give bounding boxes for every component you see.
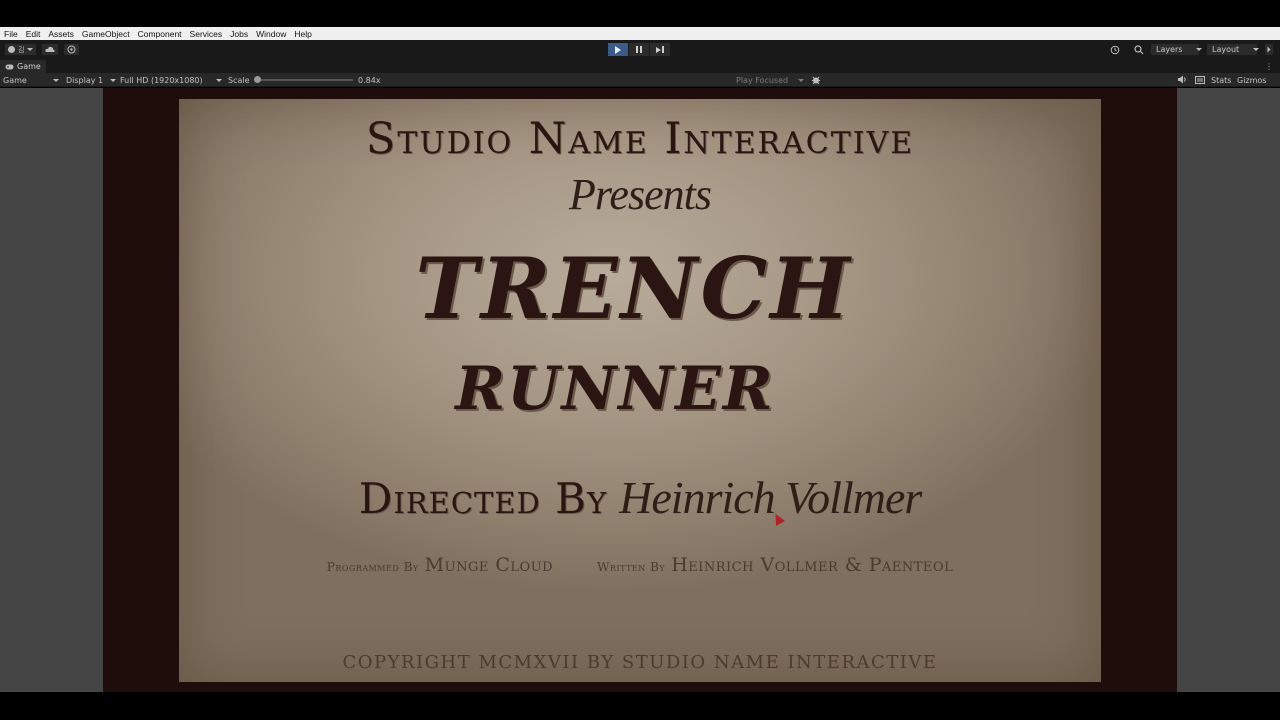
scale-value: 0.84x xyxy=(358,75,381,85)
game-title-line1: TRENCH xyxy=(415,239,853,338)
pause-icon-bar xyxy=(640,46,642,53)
play-focused-label: Play Focused xyxy=(736,75,789,85)
copyright-text: COPYRIGHT MCMXVII BY STUDIO NAME INTERAC… xyxy=(342,652,938,673)
history-icon[interactable] xyxy=(1110,45,1120,55)
speaker-icon[interactable] xyxy=(1177,75,1187,84)
tab-bar: Game ⋮ xyxy=(0,60,1280,73)
credits-line: Programmed By Munge Cloud Written By Hei… xyxy=(179,554,1101,576)
menu-bar: File Edit Assets GameObject Component Se… xyxy=(0,27,1280,40)
scale-slider-handle[interactable] xyxy=(254,76,261,83)
stats-button[interactable]: Stats xyxy=(1211,74,1231,86)
title-card: Studio Name Interactive Presents TRENCH … xyxy=(179,99,1101,682)
programmed-by-credit: Programmed By Munge Cloud xyxy=(327,554,553,576)
written-by-label: Written By xyxy=(597,560,666,574)
target-icon xyxy=(67,45,76,54)
chevron-down-icon xyxy=(110,78,116,82)
main-toolbar: 김 Layers Layout xyxy=(0,40,1280,60)
gizmos-button[interactable]: Gizmos xyxy=(1237,74,1266,86)
chevron-down-icon xyxy=(53,78,59,82)
layout-label: Layout xyxy=(1212,45,1240,54)
game-title-line2: RUNNER xyxy=(455,354,775,424)
directed-by-label: Directed By xyxy=(358,474,608,523)
scale-label: Scale xyxy=(228,75,250,85)
search-icon[interactable] xyxy=(1134,44,1144,55)
top-letterbox xyxy=(0,0,1280,27)
viewport-left-margin xyxy=(0,88,103,692)
play-button[interactable] xyxy=(608,43,628,56)
cloud-icon xyxy=(45,46,56,52)
bottom-letterbox xyxy=(0,692,1280,720)
display-dropdown[interactable]: Display 1 xyxy=(66,74,116,86)
viewport-right-margin xyxy=(1177,88,1280,692)
studio-name: Studio Name Interactive xyxy=(365,114,915,164)
menu-services[interactable]: Services xyxy=(190,29,223,39)
pause-icon xyxy=(636,46,638,53)
stats-icon[interactable] xyxy=(1195,76,1205,84)
play-icon xyxy=(615,45,621,54)
menu-edit[interactable]: Edit xyxy=(26,29,41,39)
step-icon-bar xyxy=(662,46,664,53)
game-view-toolbar: Game Display 1 Full HD (1920x1080) Scale… xyxy=(0,73,1280,87)
chevron-down-icon xyxy=(1267,46,1271,53)
cloud-button[interactable] xyxy=(41,43,60,56)
menu-jobs[interactable]: Jobs xyxy=(230,29,248,39)
menu-gameobject[interactable]: GameObject xyxy=(82,29,130,39)
account-label: 김 xyxy=(18,45,25,54)
writer-names: Heinrich Vollmer & Paenteol xyxy=(671,554,954,576)
presents-text: Presents xyxy=(569,170,712,219)
view-dropdown[interactable]: Game xyxy=(3,74,59,86)
menu-window[interactable]: Window xyxy=(256,29,286,39)
chevron-down-icon xyxy=(27,48,34,51)
layout-dropdown[interactable]: Layout xyxy=(1206,43,1260,56)
menu-component[interactable]: Component xyxy=(138,29,182,39)
menu-assets[interactable]: Assets xyxy=(48,29,74,39)
account-icon xyxy=(8,46,15,53)
collab-button[interactable] xyxy=(63,43,81,56)
resolution-label: Full HD (1920x1080) xyxy=(120,75,203,85)
pause-button[interactable] xyxy=(629,43,649,56)
step-button[interactable] xyxy=(650,43,670,56)
view-label: Game xyxy=(3,75,27,85)
gamepad-icon xyxy=(5,64,14,69)
step-icon xyxy=(656,46,661,53)
tab-game[interactable]: Game xyxy=(0,60,46,73)
account-button[interactable]: 김 xyxy=(4,43,38,56)
menu-help[interactable]: Help xyxy=(294,29,311,39)
programmer-name: Munge Cloud xyxy=(424,554,554,576)
resolution-dropdown[interactable]: Full HD (1920x1080) xyxy=(120,74,222,86)
programmed-by-label: Programmed By xyxy=(326,560,419,574)
chevron-down-icon xyxy=(1253,48,1260,51)
toolbar-more-button[interactable] xyxy=(1264,43,1274,56)
tab-game-label: Game xyxy=(17,62,41,71)
bug-icon[interactable] xyxy=(811,75,821,85)
written-by-credit: Written By Heinrich Vollmer & Paenteol xyxy=(597,554,953,576)
directed-by-line: Directed By Heinrich Vollmer xyxy=(179,471,1101,524)
tab-menu-icon[interactable]: ⋮ xyxy=(1265,62,1273,71)
chevron-down-icon xyxy=(798,78,804,82)
menu-file[interactable]: File xyxy=(4,29,18,39)
display-label: Display 1 xyxy=(66,75,104,85)
layers-label: Layers xyxy=(1156,45,1183,54)
play-focused-dropdown[interactable]: Play Focused xyxy=(736,74,804,86)
layers-dropdown[interactable]: Layers xyxy=(1150,43,1203,56)
chevron-down-icon xyxy=(1196,48,1203,51)
chevron-down-icon xyxy=(216,78,222,82)
scale-slider-track[interactable] xyxy=(257,79,353,81)
